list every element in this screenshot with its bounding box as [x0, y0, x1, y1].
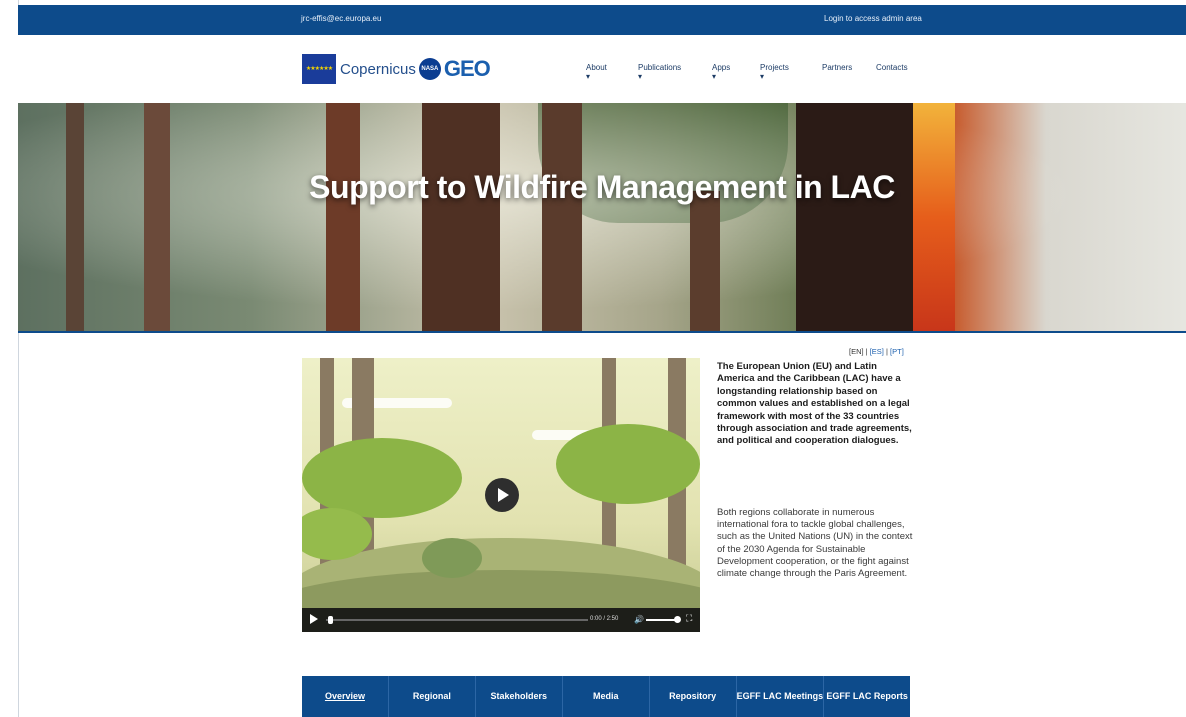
- contact-email-link[interactable]: jrc-effis@ec.europa.eu: [301, 14, 381, 23]
- play-icon: [498, 488, 509, 502]
- hero-tree: [542, 103, 582, 331]
- nav-projects[interactable]: Projects ▾: [760, 63, 789, 81]
- hero-tree: [66, 103, 84, 331]
- hero-divider: [18, 331, 1186, 333]
- tab-egff-lac-meetings[interactable]: EGFF LAC Meetings: [737, 676, 825, 717]
- volume-handle[interactable]: [674, 616, 681, 623]
- hero-tree: [690, 191, 720, 331]
- volume-slider[interactable]: [646, 619, 676, 621]
- hero-flame: [913, 103, 955, 331]
- lang-pt[interactable]: [PT]: [890, 347, 904, 356]
- nasa-logo: NASA: [418, 58, 441, 80]
- body-paragraph: Both regions collaborate in numerous int…: [717, 507, 913, 580]
- top-utility-bar: jrc-effis@ec.europa.eu Login to access a…: [18, 5, 1186, 35]
- video-foliage: [422, 538, 482, 578]
- site-header: ★★★★★★ Copernicus NASA GEO About ▾ Publi…: [18, 35, 1186, 103]
- seek-handle[interactable]: [328, 616, 333, 624]
- video-foliage: [302, 438, 462, 518]
- lang-en[interactable]: [EN]: [849, 347, 864, 356]
- eu-flag-logo: ★★★★★★: [302, 54, 336, 84]
- hero-haze: [18, 103, 1186, 331]
- play-button[interactable]: [485, 478, 519, 512]
- nav-about[interactable]: About ▾: [586, 63, 607, 81]
- admin-login-link[interactable]: Login to access admin area: [824, 14, 922, 23]
- geo-logo: GEO: [443, 56, 491, 81]
- nav-contacts[interactable]: Contacts: [876, 63, 908, 72]
- copernicus-logo: Copernicus: [340, 60, 416, 78]
- nav-partners[interactable]: Partners: [822, 63, 852, 72]
- seek-bar[interactable]: [326, 619, 588, 621]
- hero-burning-tree: [796, 103, 916, 331]
- language-switcher: [EN] | [ES] | [PT]: [849, 347, 904, 356]
- page-title: Support to Wildfire Management in LAC: [309, 169, 895, 205]
- intro-paragraph: The European Union (EU) and Latin Americ…: [717, 361, 912, 447]
- hero-tree: [144, 103, 170, 331]
- video-foliage: [556, 424, 700, 504]
- tab-media[interactable]: Media: [563, 676, 650, 717]
- tab-overview[interactable]: Overview: [302, 676, 389, 717]
- tab-stakeholders[interactable]: Stakeholders: [476, 676, 563, 717]
- video-player[interactable]: 0:00 / 2:50 🔊 ⛶: [302, 358, 700, 632]
- fullscreen-icon[interactable]: ⛶: [686, 613, 692, 624]
- video-controls: 0:00 / 2:50 🔊 ⛶: [302, 608, 700, 632]
- hero-banner: Support to Wildfire Management in LAC: [18, 103, 1186, 331]
- video-time: 0:00 / 2:50: [590, 616, 619, 622]
- lang-es[interactable]: [ES]: [870, 347, 884, 356]
- partner-logos[interactable]: ★★★★★★ Copernicus NASA GEO: [302, 51, 491, 87]
- nav-publications[interactable]: Publications ▾: [638, 63, 681, 81]
- section-tabs: Overview Regional Stakeholders Media Rep…: [302, 676, 910, 717]
- hero-tree: [326, 103, 360, 331]
- nav-apps[interactable]: Apps ▾: [712, 63, 730, 81]
- volume-icon[interactable]: 🔊: [634, 615, 644, 624]
- tab-repository[interactable]: Repository: [650, 676, 737, 717]
- hero-tree: [422, 103, 500, 331]
- tab-regional[interactable]: Regional: [389, 676, 476, 717]
- control-play-icon[interactable]: [310, 614, 318, 624]
- tab-egff-lac-reports[interactable]: EGFF LAC Reports: [824, 676, 910, 717]
